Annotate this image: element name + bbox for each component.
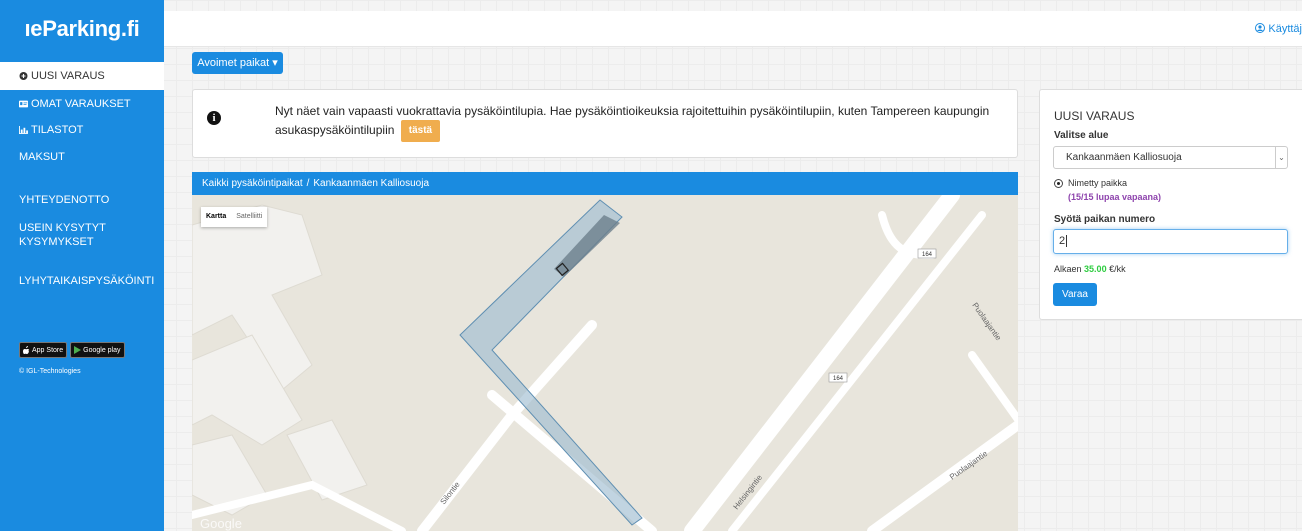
- sidebar-item-uusi-varaus[interactable]: UUSI VARAUS: [0, 62, 164, 90]
- map-canvas: 164 164 Puolaajantie Puolaajantie Helsin…: [192, 195, 1018, 531]
- map-buildings: [192, 204, 368, 516]
- sidebar-item-label: TILASTOT: [31, 124, 84, 136]
- apple-icon: [23, 346, 30, 354]
- app-badges: App Store Google play: [19, 342, 125, 358]
- avoimet-paikat-dropdown[interactable]: Avoimet paikat ▾: [192, 52, 283, 74]
- logo[interactable]: ıeParking.fi: [0, 16, 164, 42]
- info-text: Nyt näet vain vapaasti vuokrattavia pysä…: [275, 102, 1005, 142]
- app-store-badge[interactable]: App Store: [19, 342, 68, 358]
- sidebar-item-yhteydenotto[interactable]: YHTEYDENOTTO: [0, 193, 164, 207]
- spot-number-label: Syötä paikan numero: [1054, 214, 1156, 225]
- chevron-down-icon: ⌄: [1275, 147, 1287, 168]
- road-number-1: 164: [922, 252, 933, 258]
- user-label: Käyttäj: [1268, 23, 1302, 35]
- sidebar-item-label: YHTEYDENOTTO: [19, 194, 110, 206]
- price-line: Alkaen 35.00 €/kk: [1054, 264, 1126, 274]
- id-card-icon: [19, 100, 28, 108]
- price-value: 35.00: [1084, 264, 1107, 274]
- breadcrumb: Kaikki pysäköintipaikat / Kankaanmäen Kall…: [192, 172, 1018, 195]
- map-type-toggle: Kartta Satelliitti: [201, 207, 268, 227]
- road-number-2: 164: [833, 376, 844, 382]
- google-play-label: Google play: [83, 346, 121, 354]
- availability-text: (15/15 lupaa vapaana): [1068, 192, 1162, 202]
- road-shields: 164 164: [828, 248, 937, 383]
- road-label-puolaajantie-1: Puolaajantie: [970, 301, 1003, 343]
- breadcrumb-separator: /: [306, 178, 310, 189]
- area-select-value: Kankaanmäen Kalliosuoja: [1066, 152, 1182, 163]
- sidebar: ıeParking.fi UUSI VARAUS OMAT VARAUKSET …: [0, 0, 164, 531]
- bar-chart-icon: [19, 126, 28, 135]
- top-bar: Käyttäj: [164, 11, 1302, 47]
- plus-circle-icon: [19, 72, 28, 81]
- breadcrumb-current: Kankaanmäen Kalliosuoja: [313, 178, 430, 189]
- info-alert: i Nyt näet vain vapaasti vuokrattavia py…: [192, 89, 1018, 158]
- map[interactable]: 164 164 Puolaajantie Puolaajantie Helsin…: [192, 195, 1018, 531]
- breadcrumb-root[interactable]: Kaikki pysäköintipaikat: [202, 178, 303, 189]
- app-store-label: App Store: [32, 346, 64, 354]
- sidebar-item-tilastot[interactable]: TILASTOT: [0, 123, 164, 137]
- sidebar-item-lyhytaikaispysakointi[interactable]: LYHYTAIKAISPYSÄKÖINTI: [0, 274, 164, 288]
- sidebar-item-label: USEIN KYSYTYT KYSYMYKSET: [19, 222, 106, 248]
- map-type-kartta[interactable]: Kartta: [201, 207, 231, 227]
- sidebar-item-label: UUSI VARAUS: [31, 70, 105, 82]
- google-play-badge[interactable]: Google play: [70, 342, 125, 358]
- user-menu[interactable]: Käyttäj: [1255, 23, 1302, 35]
- price-prefix: Alkaen: [1054, 264, 1082, 274]
- named-spot-label: Nimetty paikka: [1068, 178, 1128, 188]
- info-message: Nyt näet vain vapaasti vuokrattavia pysä…: [275, 104, 990, 138]
- price-suffix: €/kk: [1109, 264, 1126, 274]
- sidebar-item-label: LYHYTAIKAISPYSÄKÖINTI: [19, 275, 155, 287]
- reservation-panel: UUSI VARAUS Valitse alue Kankaanmäen Kal…: [1039, 89, 1302, 320]
- area-label: Valitse alue: [1054, 130, 1109, 141]
- copyright: © IGL-Technologies: [19, 368, 81, 375]
- named-spot-radio[interactable]: [1054, 179, 1063, 188]
- user-circle-icon: [1255, 23, 1266, 33]
- sidebar-item-omat-varaukset[interactable]: OMAT VARAUKSET: [0, 97, 164, 111]
- google-watermark: Google: [200, 516, 242, 531]
- play-icon: [74, 346, 82, 354]
- spot-number-input[interactable]: 2: [1053, 229, 1288, 254]
- map-type-satelliitti[interactable]: Satelliitti: [231, 207, 267, 227]
- parking-area-polygon[interactable]: [459, 199, 643, 526]
- varaa-button[interactable]: Varaa: [1053, 283, 1097, 306]
- panel-title: UUSI VARAUS: [1054, 109, 1135, 123]
- spot-number-value: 2: [1059, 235, 1066, 247]
- sidebar-item-usein-kysytyt[interactable]: USEIN KYSYTYT KYSYMYKSET: [0, 221, 130, 249]
- sidebar-item-maksut[interactable]: MAKSUT: [0, 150, 164, 164]
- sidebar-item-label: MAKSUT: [19, 151, 65, 163]
- area-select[interactable]: Kankaanmäen Kalliosuoja ⌄: [1053, 146, 1288, 169]
- sidebar-item-label: OMAT VARAUKSET: [31, 98, 131, 110]
- info-icon: i: [207, 111, 221, 125]
- info-link-button[interactable]: tästä: [400, 120, 441, 142]
